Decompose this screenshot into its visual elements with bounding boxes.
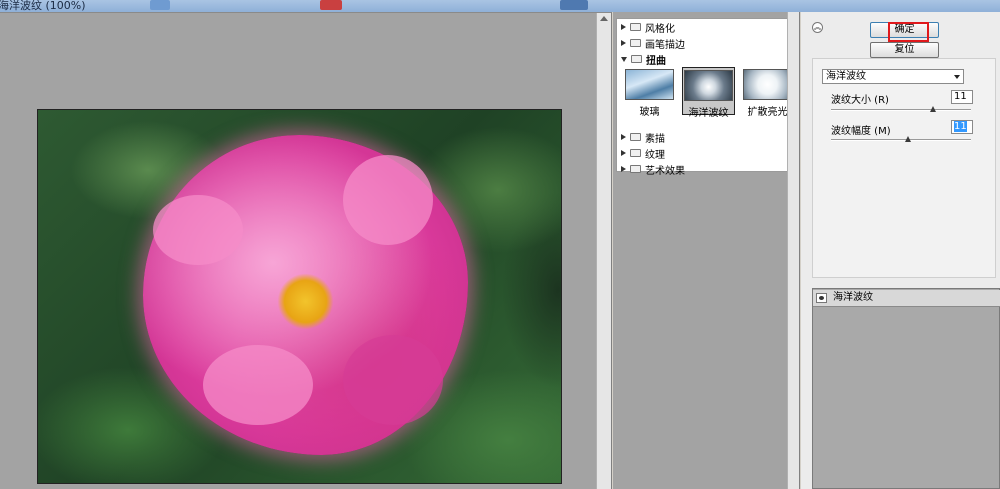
preview-pane[interactable] bbox=[0, 12, 612, 489]
preview-scrollbar[interactable] bbox=[596, 13, 611, 489]
category-distort[interactable]: 扭曲 bbox=[617, 51, 796, 67]
visibility-eye-icon[interactable] bbox=[816, 293, 827, 303]
ripple-magnitude-slider-thumb[interactable] bbox=[905, 136, 911, 142]
expand-arrow-icon[interactable] bbox=[621, 150, 626, 156]
flower-image bbox=[143, 135, 468, 455]
scroll-up-arrow-icon[interactable] bbox=[600, 16, 608, 21]
ripple-magnitude-slider-track[interactable] bbox=[831, 139, 971, 141]
expand-arrow-icon[interactable] bbox=[621, 166, 626, 172]
category-brush-strokes[interactable]: 画笔描边 bbox=[617, 35, 796, 51]
folder-icon bbox=[630, 39, 641, 47]
ocean-ripple-thumbnail bbox=[684, 70, 733, 101]
taskbar-icon bbox=[560, 0, 588, 10]
ripple-size-input[interactable]: 11 bbox=[951, 90, 973, 104]
ok-highlight-box bbox=[888, 22, 929, 42]
folder-open-icon bbox=[631, 55, 642, 63]
ripple-size-slider-thumb[interactable] bbox=[930, 106, 937, 112]
collapse-arrow-icon[interactable] bbox=[621, 56, 627, 62]
filter-category-list: 风格化 画笔描边 扭曲 玻璃 海洋波纹 扩散亮光 素描 纹理 艺术效果 bbox=[616, 18, 797, 177]
ripple-magnitude-label: 波纹幅度 (M) bbox=[831, 126, 891, 137]
filter-gallery: 风格化 画笔描边 扭曲 玻璃 海洋波纹 扩散亮光 素描 纹理 艺术效果 bbox=[613, 12, 800, 489]
collapse-gallery-icon[interactable]: ︽ bbox=[812, 22, 823, 33]
reset-button[interactable]: 复位 bbox=[870, 42, 939, 58]
thumb-glass[interactable]: 玻璃 bbox=[623, 67, 676, 129]
category-artistic[interactable]: 艺术效果 bbox=[617, 161, 796, 177]
category-stylize[interactable]: 风格化 bbox=[617, 19, 796, 35]
ripple-size-label: 波纹大小 (R) bbox=[831, 95, 889, 106]
ripple-magnitude-input[interactable]: 11 bbox=[951, 120, 973, 134]
diffuse-glow-thumbnail bbox=[743, 69, 792, 100]
dropdown-arrow-icon[interactable] bbox=[954, 75, 960, 79]
folder-icon bbox=[630, 23, 641, 31]
category-sketch[interactable]: 素描 bbox=[617, 129, 796, 145]
folder-icon bbox=[630, 149, 641, 157]
category-texture[interactable]: 纹理 bbox=[617, 145, 796, 161]
window-titlebar: 海洋波纹 (100%) bbox=[0, 0, 1000, 12]
ripple-size-slider-track[interactable] bbox=[831, 109, 971, 111]
expand-arrow-icon[interactable] bbox=[621, 40, 626, 46]
folder-icon bbox=[630, 133, 641, 141]
thumb-ocean-ripple[interactable]: 海洋波纹 bbox=[682, 67, 735, 119]
filter-select[interactable]: 海洋波纹 bbox=[822, 69, 964, 84]
folder-icon bbox=[630, 165, 641, 173]
distort-thumbnails: 玻璃 海洋波纹 扩散亮光 bbox=[617, 67, 796, 129]
window-title: 海洋波纹 (100%) bbox=[0, 0, 86, 12]
expand-arrow-icon[interactable] bbox=[621, 134, 626, 140]
taskbar-icon bbox=[150, 0, 170, 10]
gallery-scrollbar[interactable] bbox=[787, 12, 799, 489]
taskbar-icon bbox=[320, 0, 342, 10]
preview-image bbox=[37, 109, 562, 484]
effect-layer-row[interactable]: 海洋波纹 bbox=[813, 290, 1000, 307]
glass-thumbnail bbox=[625, 69, 674, 100]
effect-layers-panel bbox=[812, 288, 1000, 489]
expand-arrow-icon[interactable] bbox=[621, 24, 626, 30]
